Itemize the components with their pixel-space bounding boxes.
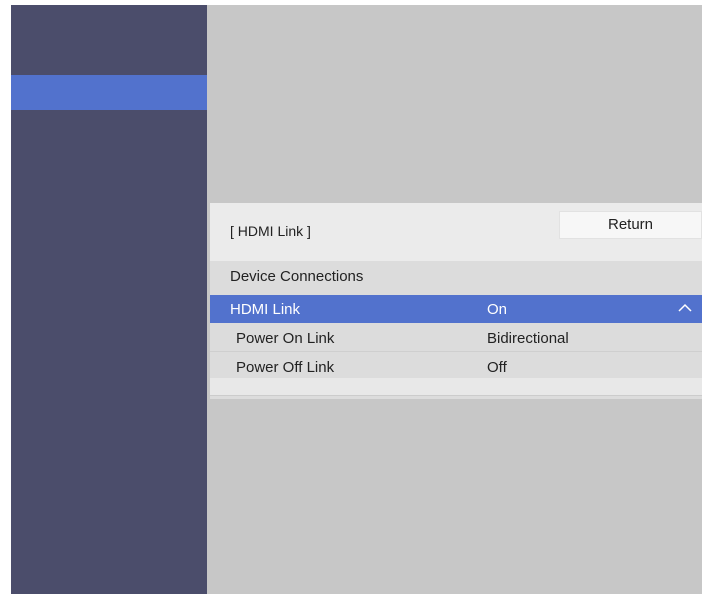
menu-row-hdmi-link[interactable]: HDMI Link On (210, 295, 702, 323)
row-label: Power Off Link (236, 359, 335, 376)
panel-header: [ HDMI Link ] Return (210, 203, 702, 261)
section-label-device-connections: Device Connections (230, 268, 364, 285)
row-label: HDMI Link (230, 301, 301, 318)
sidebar-item-selected[interactable] (11, 75, 207, 110)
hdmi-link-panel: [ HDMI Link ] Return Device Connections … (210, 203, 702, 399)
row-value: On (487, 301, 508, 318)
menu-row-power-on-link[interactable]: Power On Link Bidirectional (210, 324, 702, 352)
row-label: Power On Link (236, 330, 335, 347)
sidebar (11, 5, 207, 594)
menu-row-power-off-link[interactable]: Power Off Link Off (210, 353, 702, 381)
row-value: Bidirectional (487, 330, 569, 347)
panel-title: [ HDMI Link ] (230, 223, 311, 239)
projector-menu-screen: [ HDMI Link ] Return Device Connections … (11, 5, 702, 594)
return-button[interactable]: Return (559, 211, 702, 239)
panel-footer (210, 378, 702, 396)
chevron-up-icon[interactable] (678, 301, 692, 315)
row-value: Off (487, 359, 507, 376)
